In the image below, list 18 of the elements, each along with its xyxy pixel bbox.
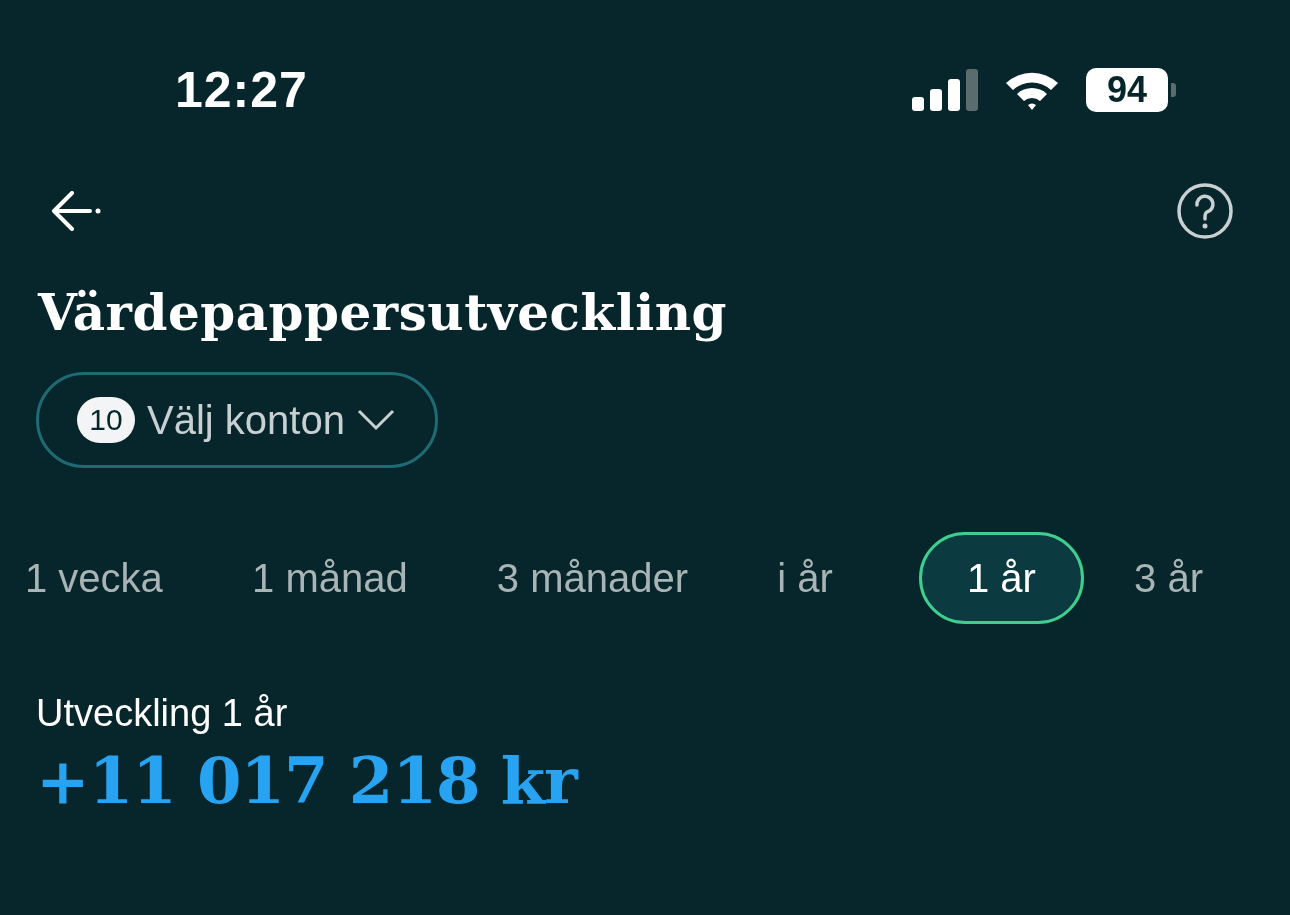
account-selector[interactable]: 10 Välj konton <box>36 372 438 468</box>
period-tab[interactable]: 1 månad <box>249 532 411 624</box>
battery-tip-icon <box>1171 83 1176 97</box>
status-time: 12:27 <box>175 61 308 119</box>
period-tab[interactable]: 3 år <box>1131 532 1206 624</box>
chevron-down-icon <box>356 409 395 431</box>
period-tab[interactable]: 3 månader <box>493 532 692 624</box>
help-icon[interactable] <box>1176 182 1234 240</box>
period-tab[interactable]: 1 vecka <box>22 532 166 624</box>
development-amount: +11 017 218 kr <box>36 743 580 818</box>
period-tab[interactable]: i år <box>774 532 836 624</box>
back-arrow-icon[interactable] <box>50 191 102 231</box>
account-count-badge: 10 <box>77 397 135 443</box>
period-tab[interactable]: 1 år <box>918 532 1084 624</box>
page-title: Värdepappersutveckling <box>38 282 728 344</box>
signal-icon <box>912 69 978 111</box>
development-label: Utveckling 1 år <box>36 692 289 735</box>
battery-level: 94 <box>1086 68 1168 112</box>
